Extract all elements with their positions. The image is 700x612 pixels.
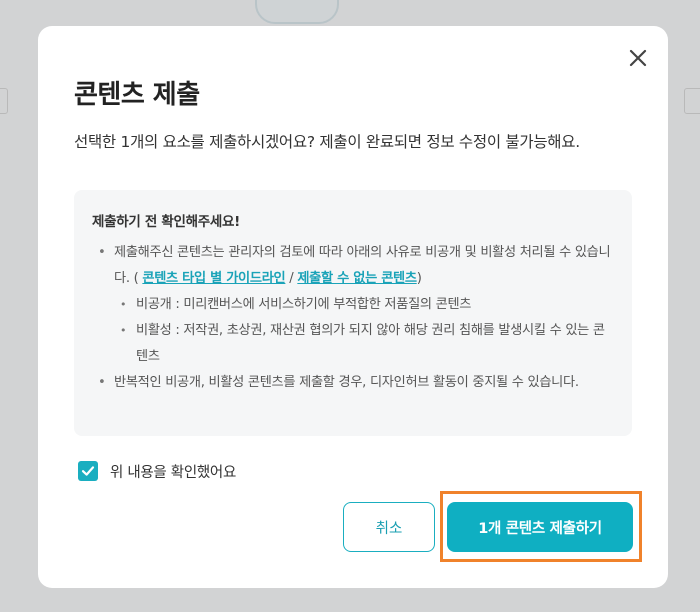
background-button <box>255 0 339 24</box>
notice-sub-item: 비활성 : 저작권, 초상권, 재산권 협의가 되지 않아 해당 권리 침해를 … <box>114 318 614 370</box>
submit-button[interactable]: 1개 콘텐츠 제출하기 <box>447 502 633 552</box>
notice-box: 제출하기 전 확인해주세요! 제출해주신 콘텐츠는 관리자의 검토에 따라 아래… <box>74 190 632 436</box>
content-type-guideline-link[interactable]: 콘텐츠 타입 별 가이드라인 <box>142 271 285 286</box>
confirm-checkbox-row[interactable]: 위 내용을 확인했어요 <box>78 460 236 482</box>
confirm-label: 위 내용을 확인했어요 <box>110 464 236 481</box>
background-element <box>684 88 700 114</box>
notice-item: 제출해주신 콘텐츠는 관리자의 검토에 따라 아래의 사유로 비공개 및 비활성… <box>92 240 614 370</box>
cancel-button[interactable]: 취소 <box>343 502 435 552</box>
notice-list: 제출해주신 콘텐츠는 관리자의 검토에 따라 아래의 사유로 비공개 및 비활성… <box>92 240 614 396</box>
confirm-checkbox[interactable] <box>78 461 98 481</box>
notice-sub-list: 비공개 : 미리캔버스에 서비스하기에 부적합한 저품질의 콘텐츠 비활성 : … <box>114 292 614 370</box>
notice-title: 제출하기 전 확인해주세요! <box>92 214 240 230</box>
dialog-title: 콘텐츠 제출 <box>74 80 200 110</box>
prohibited-content-link[interactable]: 제출할 수 없는 콘텐츠 <box>297 271 417 286</box>
notice-item-close: ) <box>416 271 422 286</box>
close-button[interactable] <box>626 46 650 70</box>
submit-content-dialog: 콘텐츠 제출 선택한 1개의 요소를 제출하시겠어요? 제출이 완료되면 정보 … <box>38 26 668 588</box>
link-separator: / <box>285 271 298 286</box>
close-icon <box>629 49 647 67</box>
notice-sub-item: 비공개 : 미리캔버스에 서비스하기에 부적합한 저품질의 콘텐츠 <box>114 292 614 318</box>
checkmark-icon <box>81 466 95 476</box>
background-element <box>0 88 8 114</box>
notice-item: 반복적인 비공개, 비활성 콘텐츠를 제출할 경우, 디자인허브 활동이 중지될… <box>92 370 614 396</box>
dialog-description: 선택한 1개의 요소를 제출하시겠어요? 제출이 완료되면 정보 수정이 불가능… <box>74 133 580 151</box>
